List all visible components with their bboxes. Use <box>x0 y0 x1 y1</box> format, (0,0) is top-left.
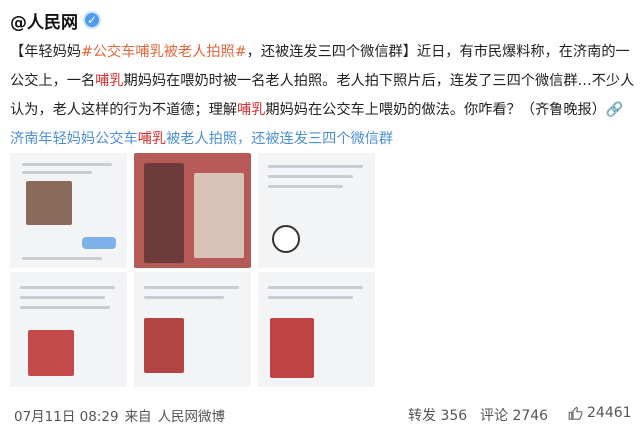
text-line <box>268 286 363 289</box>
repost-button[interactable]: 转发 356 <box>408 405 467 425</box>
text-line <box>268 185 343 188</box>
repost-count: 356 <box>440 408 468 424</box>
post-meta: 07月11日 08:29 来自 人民网微博 <box>14 405 225 425</box>
comment-label: 评论 <box>480 408 508 424</box>
text-line <box>144 296 224 299</box>
article-link-highlight: 哺乳 <box>137 131 167 147</box>
person <box>194 173 244 258</box>
article-link-pre: 济南年轻妈妈公交车 <box>10 131 138 147</box>
like-count: 24461 <box>587 405 632 421</box>
text-line <box>268 175 353 178</box>
mother-photo <box>28 330 74 376</box>
image-thumbnail-6[interactable] <box>258 272 375 387</box>
bus-seat <box>144 163 184 263</box>
article-link-post: 被老人拍照，还被连发三四个微信群 <box>166 131 394 147</box>
bracket-open: 【 <box>10 44 25 60</box>
text-line <box>22 171 92 174</box>
post-source[interactable]: 人民网微博 <box>158 405 226 425</box>
text-line <box>22 163 112 166</box>
author-name[interactable]: @人民网 <box>10 8 78 33</box>
image-thumbnail-4[interactable] <box>10 272 127 387</box>
thumbs-up-icon <box>568 405 583 420</box>
verified-badge-icon: ✓ <box>83 11 101 29</box>
image-grid <box>10 153 375 387</box>
text-line <box>20 286 115 289</box>
bus-photo-small <box>144 318 184 373</box>
comment-button[interactable]: 评论 2746 <box>480 405 548 425</box>
text-line <box>22 257 102 260</box>
comment-count: 2746 <box>512 408 549 424</box>
bus-photo-small <box>270 318 314 378</box>
text-line <box>144 286 239 289</box>
highlight-keyword-2: 哺乳 <box>237 102 266 118</box>
link-icon[interactable]: 🔗 <box>606 102 624 118</box>
post-header: @人民网 ✓ <box>10 8 101 33</box>
chat-photo <box>26 181 72 225</box>
source-prefix: 来自 <box>124 409 152 425</box>
post-date: 07月11日 08:29 <box>14 409 119 425</box>
bracket-close: 】 <box>402 44 417 60</box>
highlight-keyword-1: 哺乳 <box>95 73 124 89</box>
hashtag-link[interactable]: #公交车哺乳被老人拍照# <box>81 44 247 60</box>
image-thumbnail-2[interactable] <box>134 153 251 268</box>
like-button[interactable]: 24461 <box>568 405 632 421</box>
title-prefix: 年轻妈妈 <box>24 44 81 60</box>
chat-bubble <box>82 237 116 249</box>
image-thumbnail-5[interactable] <box>134 272 251 387</box>
body-part-3: 期妈妈在公交车上喂奶的做法。你咋看？（齐鲁晚报） <box>265 102 606 118</box>
text-line <box>268 165 363 168</box>
emoji-sticker <box>272 225 300 253</box>
text-line <box>268 296 353 299</box>
repost-label: 转发 <box>408 408 436 424</box>
image-thumbnail-1[interactable] <box>10 153 127 268</box>
text-line <box>20 296 105 299</box>
image-thumbnail-3[interactable] <box>258 153 375 268</box>
title-suffix: ，还被连发三四个微信群 <box>246 44 403 60</box>
text-line <box>20 306 110 309</box>
article-link[interactable]: 济南年轻妈妈公交车哺乳被老人拍照，还被连发三四个微信群 <box>10 131 393 147</box>
post-text: 【年轻妈妈#公交车哺乳被老人拍照#，还被连发三四个微信群】近日，有市民爆料称，在… <box>10 38 635 154</box>
